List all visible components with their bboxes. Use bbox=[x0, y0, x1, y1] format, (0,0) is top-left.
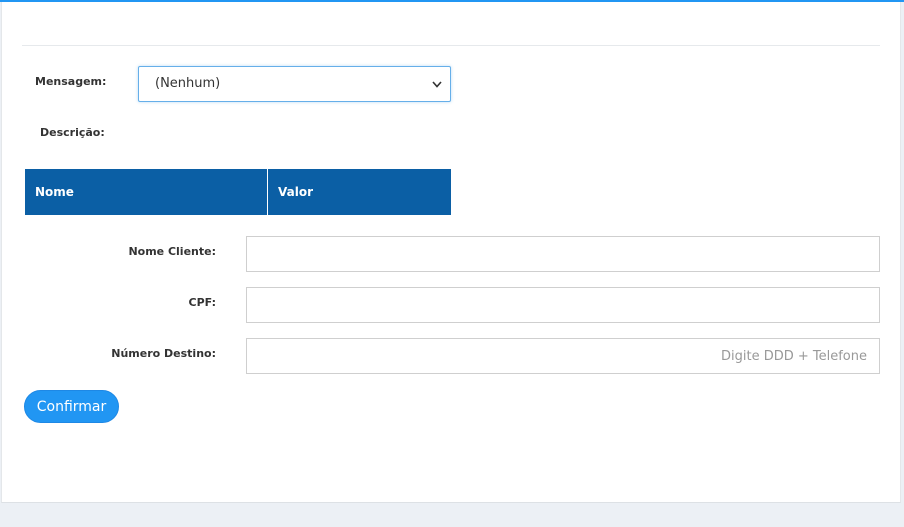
message-select-value: (Nenhum) bbox=[155, 76, 221, 91]
column-header-nome: Nome bbox=[25, 169, 267, 215]
header-divider bbox=[22, 45, 880, 46]
column-header-valor: Valor bbox=[268, 169, 451, 215]
chevron-down-icon bbox=[432, 67, 442, 101]
description-label: Descrição: bbox=[40, 126, 105, 139]
params-table-header: Nome Valor bbox=[25, 169, 451, 215]
cpf-input[interactable] bbox=[246, 287, 880, 323]
cpf-label: CPF: bbox=[188, 296, 216, 309]
message-select[interactable]: (Nenhum) bbox=[138, 66, 451, 102]
client-name-label: Nome Cliente: bbox=[128, 245, 216, 258]
confirm-button[interactable]: Confirmar bbox=[24, 390, 119, 423]
destination-number-label: Número Destino: bbox=[111, 347, 216, 360]
message-label: Mensagem: bbox=[35, 75, 107, 88]
destination-number-input[interactable] bbox=[246, 338, 880, 374]
client-name-input[interactable] bbox=[246, 236, 880, 272]
